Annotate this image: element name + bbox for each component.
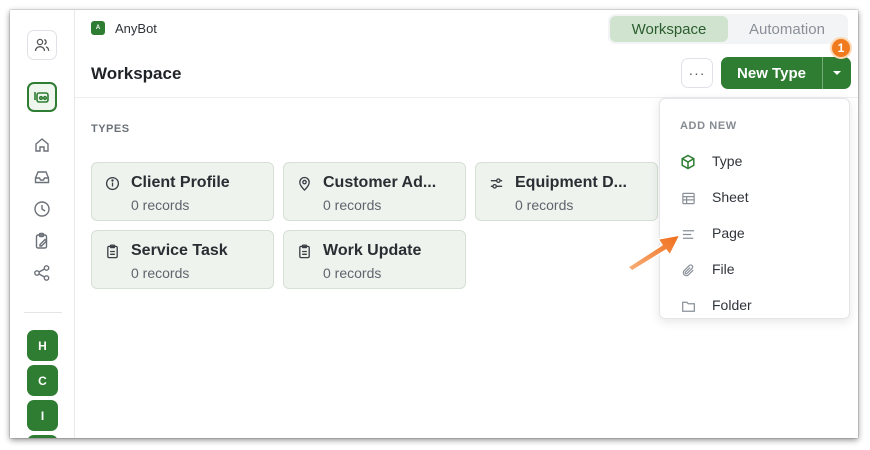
inbox-icon	[34, 171, 50, 184]
view-switcher: Workspace Automation	[608, 14, 848, 44]
menu-item-folder[interactable]: Folder	[660, 289, 849, 323]
app-window: H C I A AnyBot Workspace Automation Work…	[10, 10, 858, 438]
clock-icon	[34, 201, 50, 217]
tab-workspace[interactable]: Workspace	[610, 16, 728, 42]
users-button[interactable]	[27, 30, 57, 60]
home-button[interactable]	[31, 134, 53, 156]
table-icon	[680, 190, 696, 206]
tasks-button[interactable]	[31, 230, 53, 252]
cube-icon	[680, 154, 696, 170]
info-icon	[104, 175, 120, 191]
new-type-button[interactable]: New Type	[721, 57, 822, 89]
share-icon	[34, 265, 50, 281]
bot-button[interactable]	[27, 82, 57, 112]
bot-icon	[34, 92, 49, 103]
menu-item-label: Sheet	[712, 189, 749, 205]
type-card-service-task[interactable]: Service Task 0 records	[91, 230, 274, 289]
card-title: Customer Ad...	[323, 174, 437, 191]
users-icon	[34, 38, 50, 52]
type-card-work-update[interactable]: Work Update 0 records	[283, 230, 466, 289]
sliders-icon	[488, 175, 504, 191]
type-card-equipment[interactable]: Equipment D... 0 records	[475, 162, 658, 221]
page-title: Workspace	[91, 64, 182, 83]
annotation-arrow-icon	[627, 234, 681, 272]
add-new-menu: ADD NEW Type Sheet Page File Folder	[659, 98, 850, 319]
type-card-customer-address[interactable]: Customer Ad... 0 records	[283, 162, 466, 221]
card-title: Equipment D...	[515, 174, 627, 191]
menu-item-file[interactable]: File	[660, 253, 849, 287]
card-record-count: 0 records	[323, 265, 382, 281]
card-record-count: 0 records	[515, 197, 574, 213]
card-record-count: 0 records	[131, 197, 190, 213]
home-icon	[35, 138, 49, 152]
tab-automation[interactable]: Automation	[728, 16, 846, 42]
card-record-count: 0 records	[131, 265, 190, 281]
workspace-avatar-h[interactable]: H	[27, 330, 58, 361]
menu-item-label: Type	[712, 153, 743, 169]
clipboard-icon	[296, 243, 312, 259]
clipboard-icon	[104, 243, 120, 259]
step-badge: 1	[830, 37, 852, 59]
menu-item-page[interactable]: Page	[660, 217, 849, 251]
type-card-client-profile[interactable]: Client Profile 0 records	[91, 162, 274, 221]
menu-heading: ADD NEW	[680, 120, 737, 132]
menu-item-label: Page	[712, 225, 745, 241]
card-title: Client Profile	[131, 174, 230, 191]
caret-down-icon	[833, 71, 841, 75]
history-button[interactable]	[31, 198, 53, 220]
new-type-dropdown-toggle[interactable]	[822, 57, 851, 89]
menu-item-type[interactable]: Type	[660, 145, 849, 179]
app-name: AnyBot	[115, 21, 157, 36]
workspace-avatar-c[interactable]: C	[27, 365, 58, 396]
workspace-avatar-more[interactable]	[27, 435, 58, 438]
share-button[interactable]	[31, 262, 53, 284]
workspace-avatar-i[interactable]: I	[27, 400, 58, 431]
menu-item-label: File	[712, 261, 735, 277]
new-type-split-button: New Type	[721, 57, 851, 89]
top-bar: A AnyBot Workspace Automation	[75, 10, 858, 46]
card-record-count: 0 records	[323, 197, 382, 213]
sidebar: H C I	[10, 10, 75, 438]
inbox-button[interactable]	[31, 166, 53, 188]
types-section-label: TYPES	[91, 123, 130, 135]
card-title: Service Task	[131, 242, 228, 259]
card-title: Work Update	[323, 242, 422, 259]
clipboard-edit-icon	[35, 232, 48, 249]
folder-icon	[680, 298, 696, 314]
menu-item-sheet[interactable]: Sheet	[660, 181, 849, 215]
more-options-button[interactable]: ···	[681, 58, 713, 88]
app-logo: A	[91, 21, 105, 35]
sidebar-divider	[24, 312, 62, 313]
menu-item-label: Folder	[712, 297, 752, 313]
map-pin-icon	[296, 175, 312, 191]
